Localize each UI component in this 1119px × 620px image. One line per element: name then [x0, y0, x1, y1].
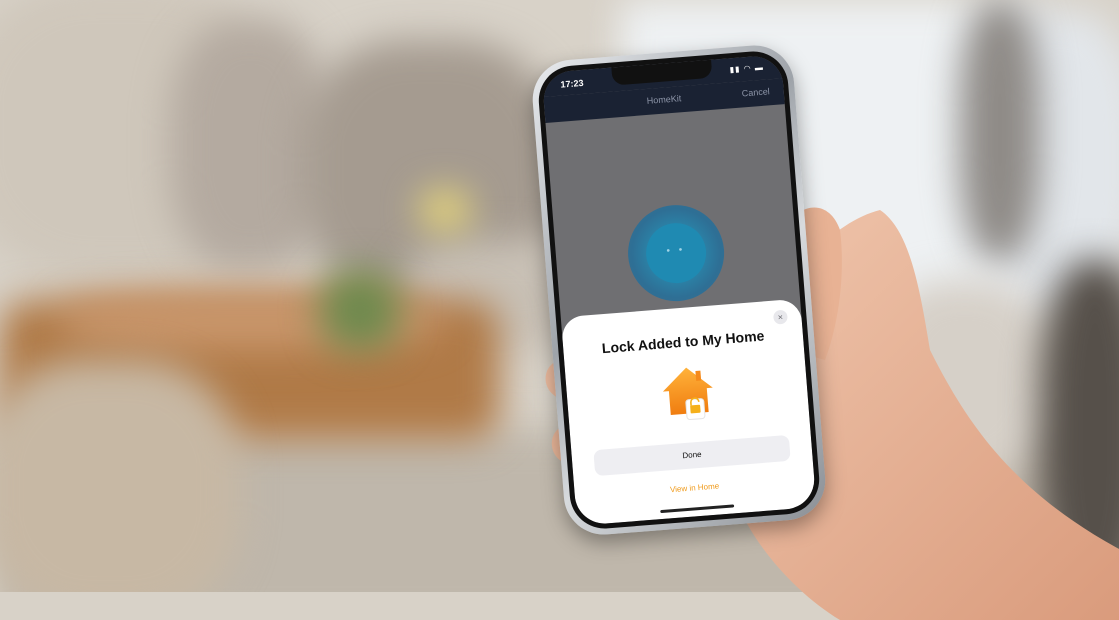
signal-wifi-battery-icon: ▮▮ ◠ ▬	[729, 62, 765, 75]
smartphone: 17:23 ▮▮ ◠ ▬ HomeKit Cancel • • × Lock A…	[529, 42, 829, 538]
close-icon[interactable]: ×	[772, 309, 788, 325]
done-button[interactable]: Done	[593, 434, 791, 477]
sheet-title: Lock Added to My Home	[601, 327, 765, 357]
home-indicator	[660, 504, 735, 514]
view-in-home-link[interactable]: View in Home	[575, 474, 815, 502]
scanner-indicator: • •	[624, 201, 728, 305]
cancel-button[interactable]: Cancel	[741, 86, 770, 98]
success-sheet: × Lock Added to My Home Done View in Hom…	[560, 298, 817, 526]
phone-screen: 17:23 ▮▮ ◠ ▬ HomeKit Cancel • • × Lock A…	[541, 54, 817, 526]
scanner-core-icon: • •	[643, 220, 709, 286]
home-lock-icon	[662, 367, 713, 421]
status-time: 17:23	[560, 77, 584, 90]
loading-dots: • •	[666, 244, 686, 257]
